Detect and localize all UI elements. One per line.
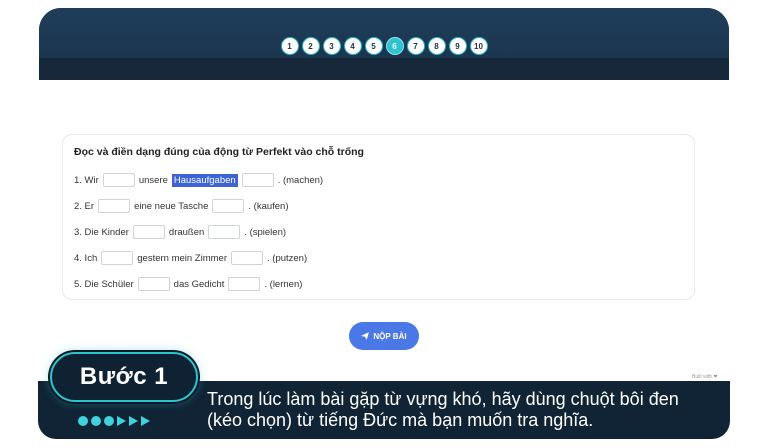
exercise-row-3: 3. Die Kinder draußen . (spielen) [74,225,286,239]
row-text: 2. Er [74,200,95,212]
row-hint: . (putzen) [267,252,308,264]
step-badge-label: Bước 1 [79,363,169,390]
page-button-5[interactable]: 5 [364,37,383,55]
dot-icon [78,416,88,426]
dot-icon [91,416,101,426]
answer-input-3b[interactable] [208,225,241,239]
row-text: gestern mein Zimmer [137,252,227,264]
selected-word[interactable]: Hausaufgaben [171,173,238,187]
answer-input-2a[interactable] [98,199,131,213]
row-hint: . (spielen) [244,226,287,238]
quiz-header: 1 2 3 4 5 6 7 8 9 10 [39,8,729,80]
send-icon [361,332,370,340]
arrow-icon [129,416,138,426]
answer-input-2b[interactable] [212,199,245,213]
exercise-row-5: 5. Die Schüler das Gedicht . (lernen) [74,277,302,291]
row-text: draußen [168,226,205,238]
answer-input-4b[interactable] [231,251,263,265]
answer-input-1a[interactable] [102,173,135,187]
answer-input-3a[interactable] [132,225,165,239]
answer-input-5a[interactable] [137,277,170,291]
page-button-10[interactable]: 10 [469,37,488,55]
page-button-3[interactable]: 3 [322,37,341,55]
page-button-1[interactable]: 1 [280,37,299,55]
row-text: 4. Ich [74,252,98,264]
dot-icon [104,416,114,426]
answer-input-1b[interactable] [241,173,274,187]
exercise-card: Đọc và điền dạng đúng của động từ Perfek… [62,134,695,300]
answer-input-4a[interactable] [101,251,134,265]
submit-label: NỘP BÀI [373,331,407,341]
answer-input-5b[interactable] [228,277,261,291]
built-with-credit: Built with ❤ [692,374,718,380]
page-button-8[interactable]: 8 [427,37,446,55]
row-hint: . (kaufen) [248,200,289,212]
row-hint: . (lernen) [264,278,303,290]
row-text: unsere [138,174,168,186]
page-button-6-active[interactable]: 6 [385,37,404,55]
page-button-7[interactable]: 7 [406,37,425,55]
row-text: 3. Die Kinder [74,226,129,238]
page-button-4[interactable]: 4 [343,37,362,55]
exercise-row-4: 4. Ich gestern mein Zimmer . (putzen) [74,251,307,265]
exercise-row-2: 2. Er eine neue Tasche . (kaufen) [74,199,289,213]
row-text: das Gedicht [173,278,225,290]
row-text: 1. Wir [74,174,99,186]
question-pager: 1 2 3 4 5 6 7 8 9 10 [39,37,729,57]
page-button-9[interactable]: 9 [448,37,467,55]
row-text: 5. Die Schüler [74,278,134,290]
page-button-2[interactable]: 2 [301,37,320,55]
row-text: eine neue Tasche [134,200,209,212]
submit-button[interactable]: NỘP BÀI [349,322,419,350]
exercise-row-1: 1. Wir unsere Hausaufgaben . (machen) [74,173,323,187]
arrow-icon [141,416,150,426]
exercise-instruction: Đọc và điền dạng đúng của động từ Perfek… [74,146,364,158]
progress-dots [78,416,150,426]
row-hint: . (machen) [277,174,324,186]
header-stripe [39,58,729,80]
step-caption: Trong lúc làm bài gặp từ vựng khó, hãy d… [207,389,679,430]
step-badge: Bước 1 [50,352,198,402]
arrow-icon [117,416,126,426]
